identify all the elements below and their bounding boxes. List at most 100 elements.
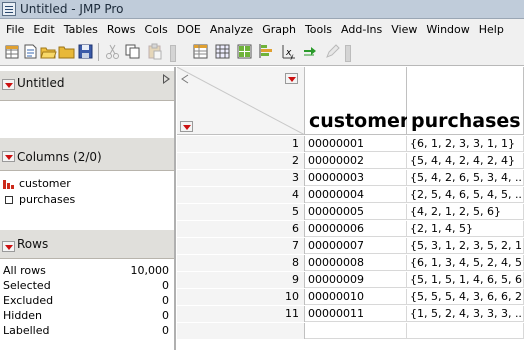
- menu-edit[interactable]: Edit: [29, 23, 59, 36]
- cell-purchases[interactable]: {5, 5, 5, 4, 3, 6, 6, 2}: [407, 289, 524, 305]
- columns-red-triangle-icon[interactable]: [2, 151, 15, 162]
- rows-header: Rows: [0, 229, 174, 259]
- cell-customer[interactable]: [305, 323, 407, 339]
- table-row[interactable]: 11 00000011 {1, 5, 2, 4, 3, 3, 3, ...: [177, 306, 524, 322]
- cell-customer[interactable]: 00000003: [305, 170, 407, 186]
- row-number[interactable]: 4: [177, 187, 305, 203]
- table-row[interactable]: 4 00000004 {2, 5, 4, 6, 5, 4, 5, ...: [177, 187, 524, 203]
- column-header-customer[interactable]: customer: [305, 67, 410, 135]
- row-number[interactable]: 8: [177, 255, 305, 271]
- table-row[interactable]: 3 00000003 {5, 4, 2, 6, 5, 3, 4, ...: [177, 170, 524, 186]
- row-number[interactable]: 6: [177, 221, 305, 237]
- cell-customer[interactable]: 00000011: [305, 306, 407, 322]
- cell-purchases[interactable]: {1, 5, 2, 4, 3, 3, 3, ...: [407, 306, 524, 322]
- menu-add-ins[interactable]: Add-Ins: [337, 23, 387, 36]
- columns-header: Columns (2/0): [0, 137, 174, 171]
- cut-icon[interactable]: [104, 43, 121, 60]
- data-grid-icon[interactable]: [192, 43, 209, 60]
- cell-customer[interactable]: 00000010: [305, 289, 407, 305]
- copy-icon[interactable]: [124, 43, 141, 60]
- menu-graph[interactable]: Graph: [258, 23, 301, 36]
- layout-icon[interactable]: [236, 43, 253, 60]
- jmp-app-icon[interactable]: [2, 2, 16, 16]
- new-script-icon[interactable]: [22, 43, 39, 60]
- row-stat-value: 0: [162, 309, 169, 322]
- row-number[interactable]: 5: [177, 204, 305, 220]
- cell-customer[interactable]: 00000006: [305, 221, 407, 237]
- toolbar-grip-2[interactable]: [345, 45, 351, 62]
- row-number[interactable]: 2: [177, 153, 305, 169]
- table-name[interactable]: Untitled: [17, 76, 64, 90]
- row-number[interactable]: 10: [177, 289, 305, 305]
- table-row[interactable]: 7 00000007 {5, 3, 1, 2, 3, 5, 2, 1}: [177, 238, 524, 254]
- row-number[interactable]: 9: [177, 272, 305, 288]
- paste-icon[interactable]: [146, 43, 163, 60]
- toolbar-grip[interactable]: [170, 45, 176, 62]
- cell-purchases[interactable]: {5, 1, 5, 1, 4, 6, 5, 6}: [407, 272, 524, 288]
- cell-customer[interactable]: 00000002: [305, 153, 407, 169]
- cell-purchases[interactable]: {6, 1, 3, 4, 5, 2, 4, 5}: [407, 255, 524, 271]
- open-folder-icon[interactable]: [58, 43, 75, 60]
- table-row[interactable]: 5 00000005 {4, 2, 1, 2, 5, 6}: [177, 204, 524, 220]
- cell-purchases[interactable]: {6, 1, 2, 3, 3, 1, 1}: [407, 136, 524, 152]
- table-red-triangle-icon[interactable]: [2, 79, 15, 90]
- menu-view[interactable]: View: [387, 23, 422, 36]
- menu-doe[interactable]: DOE: [173, 23, 206, 36]
- run-script-icon[interactable]: [302, 43, 319, 60]
- columns-menu-red-triangle-icon[interactable]: [285, 73, 298, 84]
- row-stat-label: Selected: [3, 279, 51, 292]
- table-row[interactable]: 6 00000006 {2, 1, 4, 5}: [177, 221, 524, 237]
- menu-analyze[interactable]: Analyze: [206, 23, 258, 36]
- data-grid: customer purchases 1 00000001 {6, 1, 2, …: [177, 67, 524, 350]
- fit-model-icon[interactable]: xy: [280, 43, 297, 60]
- cell-customer[interactable]: 00000004: [305, 187, 407, 203]
- rows-red-triangle-icon[interactable]: [2, 241, 15, 252]
- menu-tools[interactable]: Tools: [301, 23, 337, 36]
- table-row[interactable]: 1 00000001 {6, 1, 2, 3, 3, 1, 1}: [177, 136, 524, 152]
- row-number[interactable]: 1: [177, 136, 305, 152]
- row-number[interactable]: 7: [177, 238, 305, 254]
- table-icon[interactable]: [214, 43, 231, 60]
- new-data-table-icon[interactable]: [4, 43, 21, 60]
- cell-customer[interactable]: 00000001: [305, 136, 407, 152]
- table-row[interactable]: 9 00000009 {5, 1, 5, 1, 4, 6, 5, 6}: [177, 272, 524, 288]
- cell-customer[interactable]: 00000007: [305, 238, 407, 254]
- row-stat-excluded: Excluded 0: [3, 294, 169, 309]
- rows-menu-red-triangle-icon[interactable]: [180, 121, 193, 132]
- cell-customer[interactable]: 00000008: [305, 255, 407, 271]
- row-number[interactable]: 11: [177, 306, 305, 322]
- table-row[interactable]: 10 00000010 {5, 5, 5, 4, 3, 6, 6, 2}: [177, 289, 524, 305]
- column-header-label: customer: [309, 110, 410, 132]
- row-number[interactable]: 3: [177, 170, 305, 186]
- edit-icon[interactable]: [324, 43, 341, 60]
- menu-tables[interactable]: Tables: [60, 23, 103, 36]
- disclosure-triangle-icon[interactable]: [163, 74, 170, 84]
- table-row-partial[interactable]: [177, 323, 524, 339]
- cell-purchases[interactable]: [407, 323, 524, 339]
- menu-help[interactable]: Help: [475, 23, 509, 36]
- row-stat-label: All rows: [3, 264, 46, 277]
- menu-file[interactable]: File: [2, 23, 29, 36]
- cell-purchases[interactable]: {5, 4, 2, 6, 5, 3, 4, ...: [407, 170, 524, 186]
- cell-purchases[interactable]: {2, 5, 4, 6, 5, 4, 5, ...: [407, 187, 524, 203]
- menu-window[interactable]: Window: [422, 23, 474, 36]
- cell-customer[interactable]: 00000009: [305, 272, 407, 288]
- grid-corner[interactable]: [177, 67, 305, 135]
- distribution-icon[interactable]: [258, 43, 275, 60]
- column-header-label: purchases: [411, 110, 521, 132]
- cell-customer[interactable]: 00000005: [305, 204, 407, 220]
- cell-purchases[interactable]: {4, 2, 1, 2, 5, 6}: [407, 204, 524, 220]
- cell-purchases[interactable]: {5, 3, 1, 2, 3, 5, 2, 1}: [407, 238, 524, 254]
- cell-purchases[interactable]: {2, 1, 4, 5}: [407, 221, 524, 237]
- row-stat-value: 10,000: [130, 264, 170, 277]
- cell-purchases[interactable]: {5, 4, 4, 2, 4, 2, 4}: [407, 153, 524, 169]
- row-stat-hidden: Hidden 0: [3, 309, 169, 324]
- menu-rows[interactable]: Rows: [103, 23, 141, 36]
- column-header-purchases[interactable]: purchases: [407, 67, 524, 135]
- save-icon[interactable]: [77, 43, 94, 60]
- table-row[interactable]: 2 00000002 {5, 4, 4, 2, 4, 2, 4}: [177, 153, 524, 169]
- row-number[interactable]: [177, 323, 305, 339]
- table-row[interactable]: 8 00000008 {6, 1, 3, 4, 5, 2, 4, 5}: [177, 255, 524, 271]
- open-icon[interactable]: [40, 43, 57, 60]
- menu-cols[interactable]: Cols: [141, 23, 173, 36]
